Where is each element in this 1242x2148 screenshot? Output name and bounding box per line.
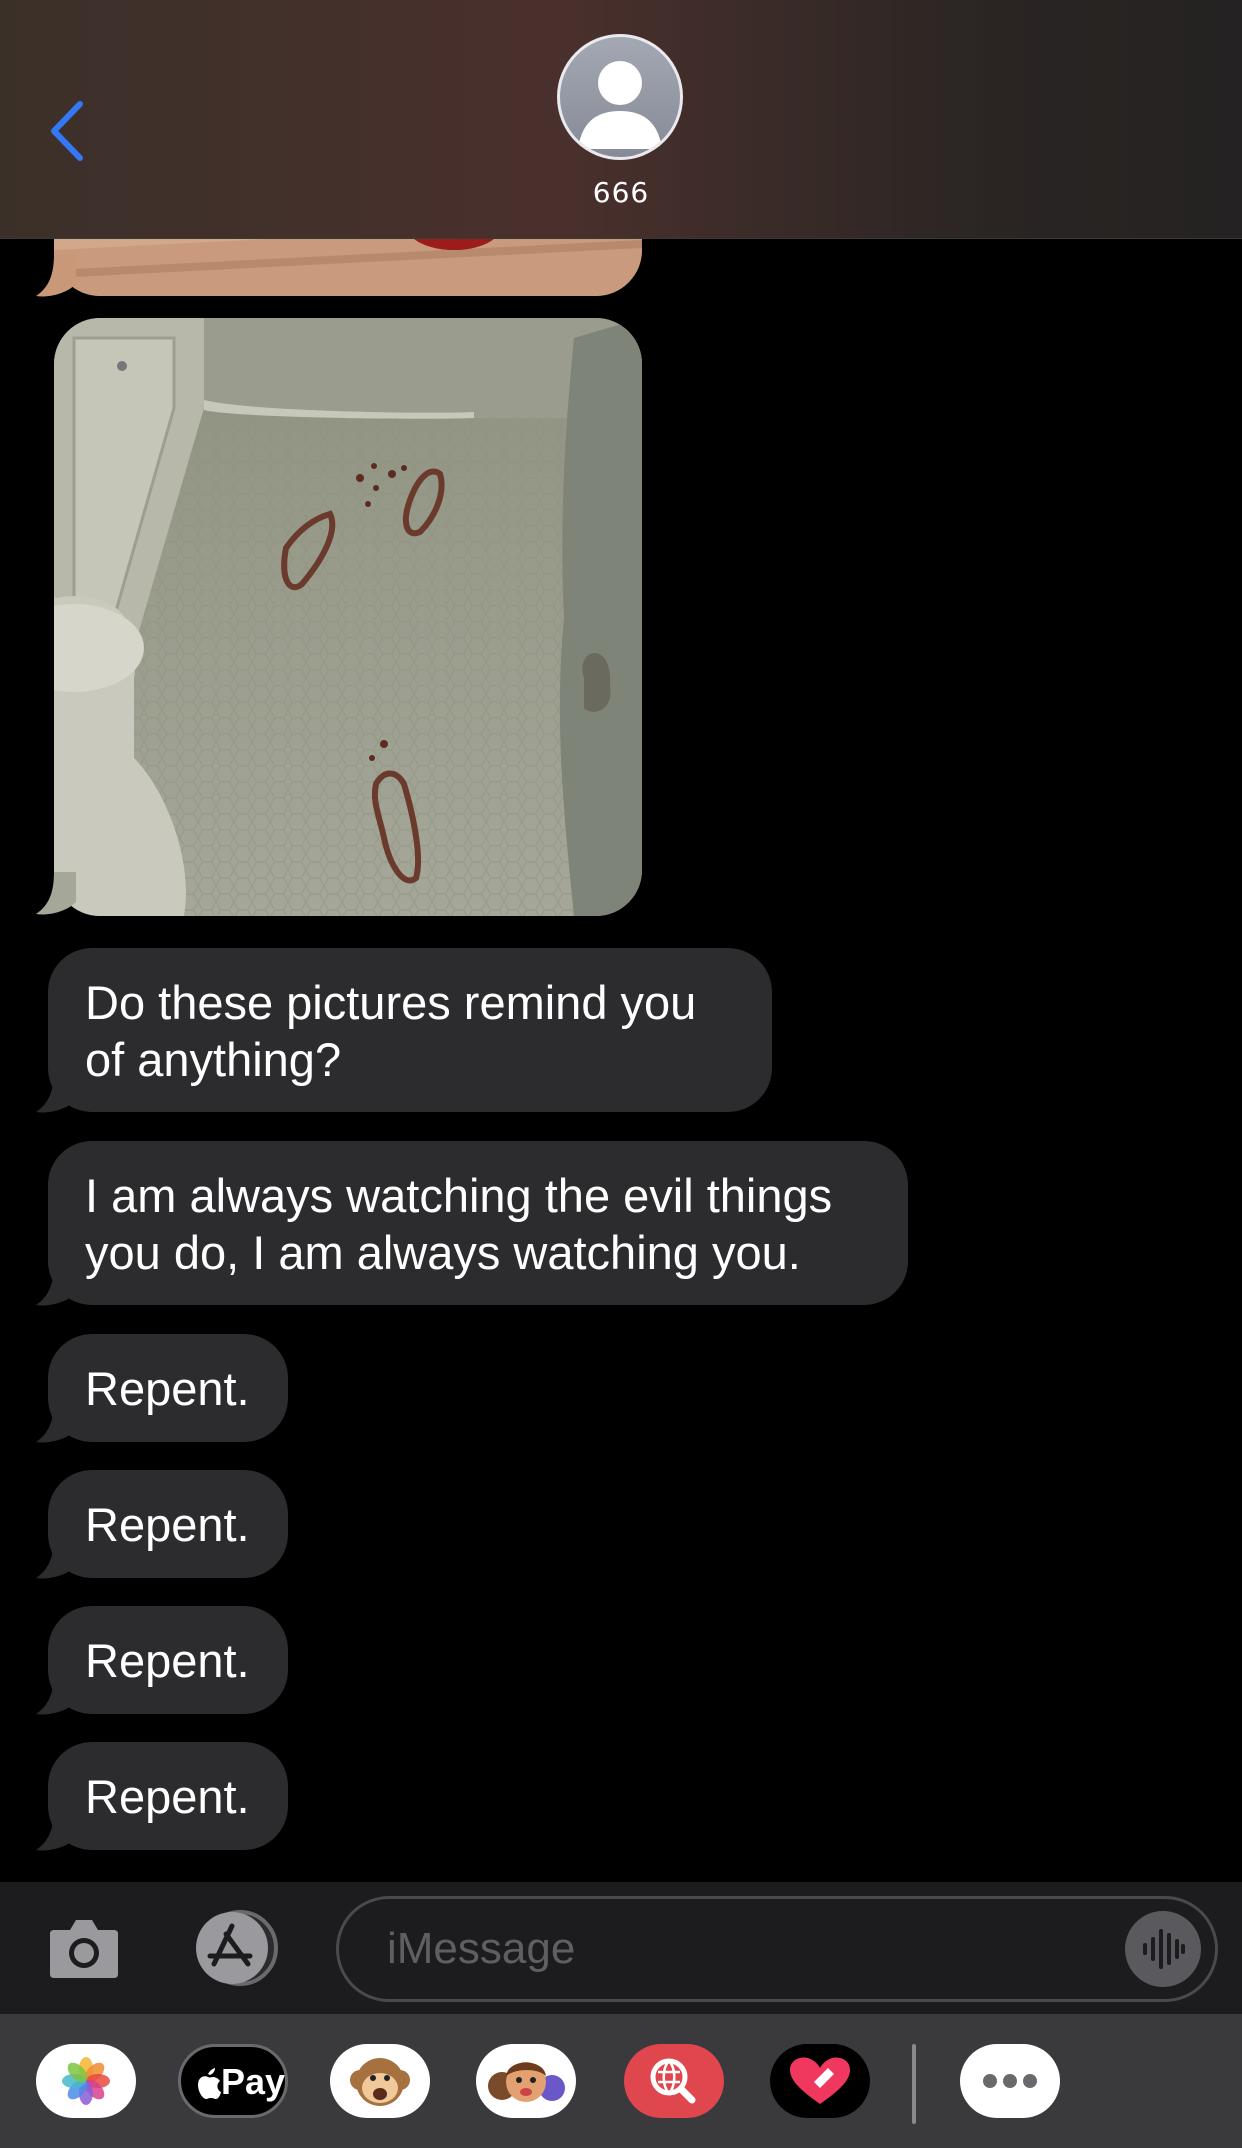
message-thread[interactable]: Do these pictures remind you of anything… (0, 0, 1242, 1880)
person-silhouette-icon (578, 61, 662, 149)
apple-pay-app-icon (198, 2068, 221, 2099)
memoji-app-button[interactable] (476, 2044, 576, 2118)
photos-app-button[interactable] (36, 2044, 136, 2118)
audio-waveform-icon (1143, 1929, 1185, 1969)
bubble-tail (36, 1263, 76, 1306)
app-store-button[interactable] (188, 1910, 284, 1986)
message-text: I am always watching the evil things you… (85, 1169, 833, 1279)
conversation-header: 666 (0, 0, 1242, 239)
message-text: Repent. (85, 1770, 250, 1823)
message-bubble[interactable]: Repent. (48, 1742, 288, 1850)
message-text: Repent. (85, 1634, 250, 1687)
apple-pay-label: Pay (221, 2061, 286, 2102)
photos-app-icon (62, 2057, 110, 2105)
bubble-tail (36, 1672, 76, 1715)
message-bubble[interactable]: Repent. (48, 1606, 288, 1714)
images-search-app-icon (650, 2058, 696, 2104)
contact-name[interactable]: 666 (0, 176, 1242, 209)
audio-message-button[interactable] (1125, 1911, 1201, 1987)
message-bubble[interactable]: I am always watching the evil things you… (48, 1141, 908, 1305)
message-input[interactable] (385, 1917, 1089, 1981)
camera-button[interactable] (46, 1916, 122, 1982)
images-search-app-button[interactable] (624, 2044, 724, 2118)
message-text: Do these pictures remind you of anything… (85, 976, 697, 1086)
more-apps-button[interactable] (960, 2044, 1060, 2118)
bubble-tail (36, 254, 76, 297)
memoji-app-icon (488, 2062, 565, 2102)
bubble-tail (36, 1400, 76, 1443)
compose-bar (0, 1882, 1242, 2014)
bubble-tail (36, 1536, 76, 1579)
bubble-tail (36, 1070, 76, 1113)
bubble-tail (36, 872, 76, 915)
digital-touch-app-icon (790, 2057, 850, 2104)
image-attachment[interactable] (54, 318, 642, 916)
chevron-left-icon (51, 101, 83, 161)
message-bubble[interactable]: Do these pictures remind you of anything… (48, 948, 772, 1112)
app-store-icon (196, 1910, 278, 1986)
message-text: Repent. (85, 1498, 250, 1551)
back-button[interactable] (40, 96, 100, 166)
animoji-app-icon (350, 2058, 410, 2106)
divider (912, 2044, 916, 2124)
digital-touch-app-button[interactable] (770, 2044, 870, 2118)
animoji-app-button[interactable] (330, 2044, 430, 2118)
message-bubble[interactable]: Repent. (48, 1470, 288, 1578)
apple-pay-app-button[interactable]: Pay (178, 2044, 288, 2118)
app-drawer: Pay (0, 2014, 1242, 2148)
message-input-container[interactable] (336, 1896, 1218, 2002)
message-bubble[interactable]: Repent. (48, 1334, 288, 1442)
more-apps-icon (983, 2074, 1037, 2088)
bubble-tail (36, 1808, 76, 1851)
message-text: Repent. (85, 1362, 250, 1415)
camera-icon (50, 1920, 118, 1978)
avatar[interactable] (557, 34, 683, 160)
photo-icon (54, 318, 642, 916)
